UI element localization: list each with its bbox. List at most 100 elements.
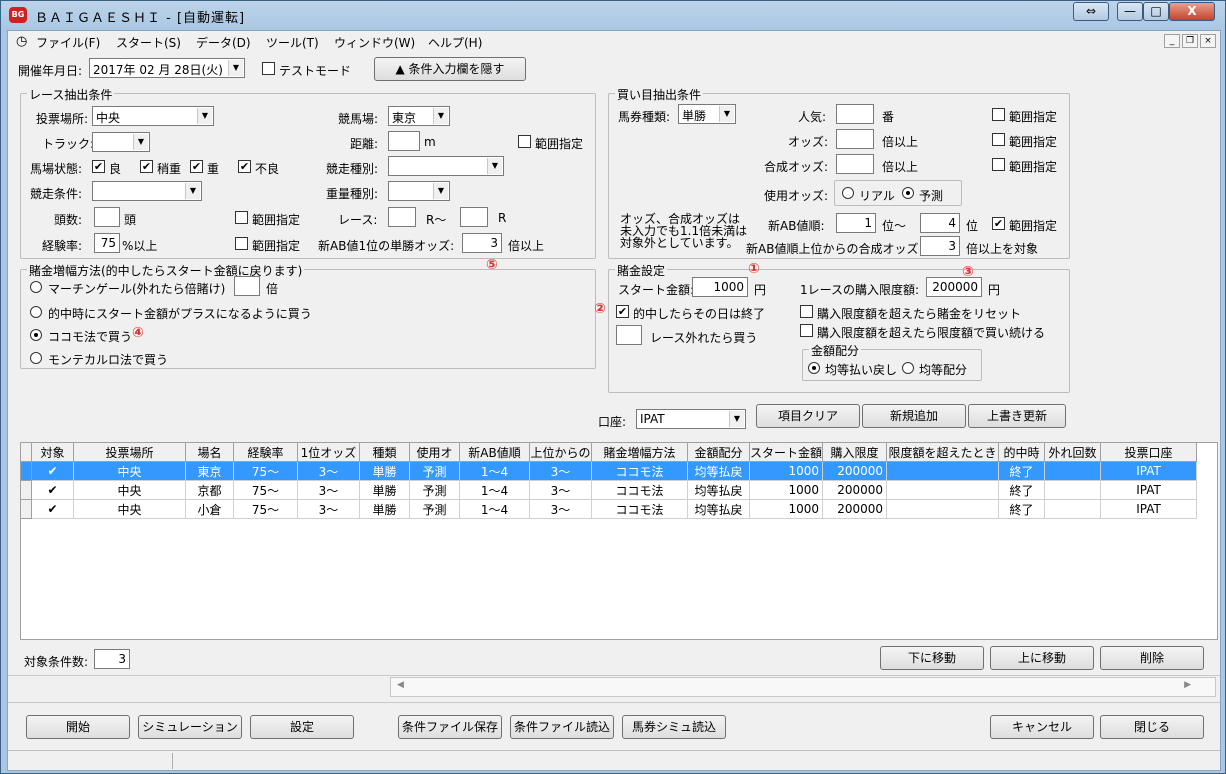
ticket-sim-button[interactable]: 馬券シミュ読込 (622, 715, 726, 739)
lose-count-input[interactable] (616, 325, 642, 345)
col-target[interactable]: 対象 (31, 442, 74, 462)
mdi-close-icon[interactable]: × (1200, 34, 1216, 48)
col-upper[interactable]: 上位からの (529, 442, 592, 462)
col-method[interactable]: 賭金増幅方法 (591, 442, 688, 462)
col-type[interactable]: 種類 (359, 442, 410, 462)
close-window-button[interactable]: X (1169, 2, 1215, 21)
continue-checkbox[interactable] (800, 324, 813, 337)
ab-rank-range-checkbox[interactable]: ✔ (992, 217, 1005, 230)
combo-odds-input[interactable] (836, 154, 874, 174)
minimize-button[interactable]: — (1117, 2, 1143, 21)
menu-data[interactable]: データ(D) (196, 34, 251, 51)
delete-button[interactable]: 削除 (1100, 646, 1204, 670)
experience-input[interactable]: 75 (94, 233, 120, 253)
ab-rank-from-input[interactable]: 1 (836, 213, 876, 233)
odds-range-checkbox[interactable] (992, 133, 1005, 146)
save-file-button[interactable]: 条件ファイル保存 (398, 715, 502, 739)
simulation-button[interactable]: シミュレーション (138, 715, 242, 739)
menu-tools[interactable]: ツール(T) (266, 34, 319, 51)
menu-file[interactable]: ファイル(F) (36, 34, 100, 51)
table-row[interactable]: ✔ 中央 東京 75〜 3〜 単勝 予測 1〜4 3〜 ココモ法 均等払戻 10… (20, 461, 1198, 481)
row-checkbox[interactable]: ✔ (31, 480, 74, 500)
weight-select[interactable]: ▼ (388, 181, 450, 201)
col-venue[interactable]: 投票場所 (73, 442, 186, 462)
row-checkbox[interactable]: ✔ (31, 499, 74, 519)
col-on-hit[interactable]: 的中時 (998, 442, 1046, 462)
ab-combo-input[interactable]: 3 (920, 236, 960, 256)
start-amount-input[interactable]: 1000 (692, 277, 748, 297)
mdi-restore-icon[interactable]: ❐ (1182, 34, 1198, 48)
montecarlo-radio[interactable] (30, 352, 42, 364)
racecourse-select[interactable]: 東京 ▼ (388, 106, 450, 126)
scroll-right-icon[interactable]: ▶ (1184, 680, 1191, 690)
menu-window[interactable]: ウィンドウ(W) (334, 34, 415, 51)
col-ab-rank[interactable]: 新AB値順 (459, 442, 530, 462)
table-row[interactable]: ✔ 中央 京都 75〜 3〜 単勝 予測 1〜4 3〜 ココモ法 均等払戻 10… (20, 480, 1198, 500)
popularity-input[interactable] (836, 104, 874, 124)
odds-input[interactable] (836, 129, 874, 149)
row-header[interactable] (20, 461, 32, 481)
restore-layout-button[interactable]: ⇔ (1073, 2, 1109, 21)
mdi-minimize-icon[interactable]: _ (1164, 34, 1180, 48)
cancel-button[interactable]: キャンセル (990, 715, 1094, 739)
col-course[interactable]: 場名 (185, 442, 234, 462)
col-limit[interactable]: 購入限度 (822, 442, 888, 462)
menu-start[interactable]: スタート(S) (116, 34, 181, 51)
reset-checkbox[interactable] (800, 305, 813, 318)
ab-rank-to-input[interactable]: 4 (920, 213, 960, 233)
cond-soft-checkbox[interactable]: ✔ (190, 160, 203, 173)
stop-on-hit-checkbox[interactable]: ✔ (616, 305, 629, 318)
plus-on-hit-radio[interactable] (30, 306, 42, 318)
table-row[interactable]: ✔ 中央 小倉 75〜 3〜 単勝 予測 1〜4 3〜 ココモ法 均等払戻 10… (20, 499, 1198, 519)
row-header[interactable] (20, 480, 32, 500)
equal-distribution-radio[interactable] (902, 362, 914, 374)
overwrite-button[interactable]: 上書き更新 (968, 404, 1066, 428)
track-select[interactable]: ▼ (92, 132, 150, 152)
limit-input[interactable]: 200000 (926, 277, 982, 297)
odds-real-radio[interactable] (842, 187, 854, 199)
menu-help[interactable]: ヘルプ(H) (428, 34, 482, 51)
race-condition-select[interactable]: ▼ (92, 181, 202, 201)
cond-good-checkbox[interactable]: ✔ (92, 160, 105, 173)
col-lose-count[interactable]: 外れ回数 (1044, 442, 1102, 462)
hide-conditions-button[interactable]: ▲ 条件入力欄を隠す (374, 57, 526, 81)
experience-range-checkbox[interactable] (235, 237, 248, 250)
col-account[interactable]: 投票口座 (1100, 442, 1198, 462)
cond-heavy-checkbox[interactable]: ✔ (238, 160, 251, 173)
cond-yielding-checkbox[interactable]: ✔ (140, 160, 153, 173)
scroll-left-icon[interactable]: ◀ (397, 680, 404, 690)
settings-button[interactable]: 設定 (250, 715, 354, 739)
venue-select[interactable]: 中央 ▼ (92, 106, 214, 126)
add-button[interactable]: 新規追加 (862, 404, 966, 428)
combo-odds-range-checkbox[interactable] (992, 158, 1005, 171)
race-from-input[interactable] (388, 207, 416, 227)
col-distribution[interactable]: 金額配分 (687, 442, 750, 462)
race-type-select[interactable]: ▼ (388, 156, 504, 176)
row-header[interactable] (20, 499, 32, 519)
move-down-button[interactable]: 下に移動 (880, 646, 984, 670)
heads-input[interactable] (94, 207, 120, 227)
load-file-button[interactable]: 条件ファイル読込 (510, 715, 614, 739)
clear-button[interactable]: 項目クリア (756, 404, 860, 428)
ab-odds-input[interactable]: 3 (462, 233, 502, 253)
distance-range-checkbox[interactable] (518, 135, 531, 148)
heads-range-checkbox[interactable] (235, 211, 248, 224)
martingale-radio[interactable] (30, 281, 42, 293)
ticket-select[interactable]: 単勝 ▼ (678, 104, 736, 124)
row-checkbox[interactable]: ✔ (31, 461, 74, 481)
col-over-limit[interactable]: 限度額を超えたとき (886, 442, 1000, 462)
close-button[interactable]: 閉じる (1100, 715, 1204, 739)
col-use-odds[interactable]: 使用オ (409, 442, 460, 462)
race-to-input[interactable] (460, 207, 488, 227)
move-up-button[interactable]: 上に移動 (990, 646, 1094, 670)
col-start-amount[interactable]: スタート金額 (748, 442, 824, 462)
test-mode-checkbox[interactable] (262, 62, 275, 75)
col-experience[interactable]: 経験率 (233, 442, 298, 462)
odds-forecast-radio[interactable] (902, 187, 914, 199)
cocomo-radio[interactable] (30, 329, 42, 341)
equal-payback-radio[interactable] (808, 362, 820, 374)
distance-input[interactable] (388, 131, 420, 151)
multiplier-input[interactable] (234, 276, 260, 296)
start-button[interactable]: 開始 (26, 715, 130, 739)
col-top-odds[interactable]: 1位オッズ (297, 442, 360, 462)
